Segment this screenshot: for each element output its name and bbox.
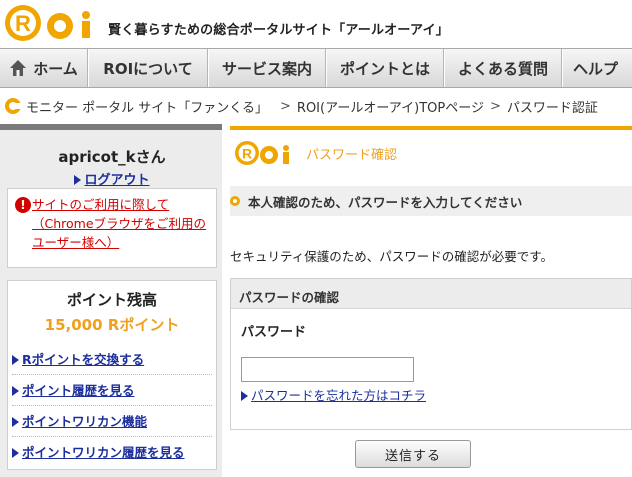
points-balance: 15,000 Rポイント <box>44 316 180 334</box>
user-box: apricot_kさん ログアウト <box>7 136 217 188</box>
points-box: ポイント残高 15,000 Rポイント Rポイントを交換する ポイント履歴を見る… <box>7 280 217 470</box>
page-title: パスワード確認 <box>306 148 398 163</box>
sidebar: apricot_kさん ログアウト ! サイトのご利用に際して（Chromeブラ… <box>0 130 222 477</box>
password-form: パスワードの確認 パスワード パスワードを忘れた方はコチラ <box>230 278 632 430</box>
logout-link[interactable]: ログアウト <box>84 173 149 188</box>
section-heading: 本人確認のため、パスワードを入力してください <box>230 186 632 216</box>
points-link-item: Rポイントを交換する <box>12 349 212 375</box>
site-header: R 賢く暮らすための総合ポータルサイト「アールオーアイ」 <box>0 0 632 46</box>
points-history-link[interactable]: ポイント履歴を見る <box>22 383 135 398</box>
points-link-item: ポイント履歴を見る <box>12 380 212 406</box>
nav-points-label: ポイントとは <box>339 59 430 78</box>
nav-help-label: ヘルプ <box>573 59 619 78</box>
logout-link-wrap: ログアウト <box>7 169 217 188</box>
breadcrumb-current: パスワード認証 <box>506 100 598 116</box>
alert-icon: ! <box>15 197 31 213</box>
submit-button[interactable]: 送信する <box>355 440 471 468</box>
points-link-item: ポイントワリカン機能 <box>12 411 212 437</box>
form-header-title: パスワードの確認 <box>239 290 340 305</box>
home-icon <box>10 60 27 76</box>
nav-home[interactable]: ホーム <box>0 49 88 87</box>
global-nav: ホーム ROIについて サービス案内 ポイントとは よくある質問 ヘルプ <box>0 48 632 88</box>
arrow-right-icon <box>74 175 82 185</box>
nav-points[interactable]: ポイントとは <box>326 49 444 87</box>
roi-mini-logo: R <box>235 141 289 165</box>
breadcrumb-separator: > <box>280 98 291 114</box>
form-header: パスワードの確認 <box>231 279 631 309</box>
arrow-right-icon <box>12 386 19 396</box>
section-heading-text: 本人確認のため、パスワードを入力してください <box>248 195 523 210</box>
arrow-right-icon <box>241 391 248 401</box>
svg-text:R: R <box>15 11 31 36</box>
breadcrumb-separator: > <box>489 98 501 114</box>
nav-help[interactable]: ヘルプ <box>562 49 632 87</box>
svg-text:R: R <box>242 146 252 162</box>
password-input[interactable] <box>241 357 414 382</box>
roi-logo[interactable]: R <box>4 4 100 42</box>
points-link-item: ポイントワリカン履歴を見る <box>12 442 212 467</box>
point-warikan-link[interactable]: ポイントワリカン機能 <box>22 414 147 429</box>
forgot-password-link[interactable]: パスワードを忘れた方はコチラ <box>251 388 426 403</box>
arrow-right-icon <box>12 417 19 427</box>
breadcrumb-roi-top[interactable]: ROI(アールオーアイ)TOPページ <box>297 97 484 116</box>
security-description: セキュリティ保護のため、パスワードの確認が必要です。 <box>230 249 554 264</box>
arrow-right-icon <box>12 355 19 365</box>
exchange-points-link[interactable]: Rポイントを交換する <box>22 352 144 367</box>
breadcrumb: モニター ポータル サイト「ファンくる」 > ROI(アールオーアイ)TOPペー… <box>4 96 598 116</box>
nav-faq-label: よくある質問 <box>457 59 548 78</box>
nav-faq[interactable]: よくある質問 <box>444 49 562 87</box>
nav-home-label: ホーム <box>33 59 78 78</box>
fankuru-icon <box>5 98 22 114</box>
main-header: R パスワード確認 <box>230 130 632 174</box>
password-label: パスワード <box>241 325 307 340</box>
ring-bullet-icon <box>230 196 240 206</box>
nav-about-label: ROIについて <box>103 59 193 78</box>
breadcrumb-fankuru[interactable]: モニター ポータル サイト「ファンくる」 <box>26 97 268 116</box>
site-tagline: 賢く暮らすための総合ポータルサイト「アールオーアイ」 <box>108 23 449 38</box>
points-title: ポイント残高 <box>66 291 157 309</box>
forgot-password-wrap: パスワードを忘れた方はコチラ <box>241 385 426 404</box>
arrow-right-icon <box>12 448 19 458</box>
point-warikan-history-link[interactable]: ポイントワリカン履歴を見る <box>22 445 185 460</box>
notice-link[interactable]: サイトのご利用に際して（Chromeブラウザをご利用のユーザー様へ） <box>32 195 214 252</box>
username: apricot_kさん <box>58 148 166 166</box>
nav-services-label: サービス案内 <box>221 59 312 78</box>
nav-about-roi[interactable]: ROIについて <box>88 49 208 87</box>
nav-services[interactable]: サービス案内 <box>208 49 326 87</box>
notice-box: ! サイトのご利用に際して（Chromeブラウザをご利用のユーザー様へ） <box>7 188 217 268</box>
